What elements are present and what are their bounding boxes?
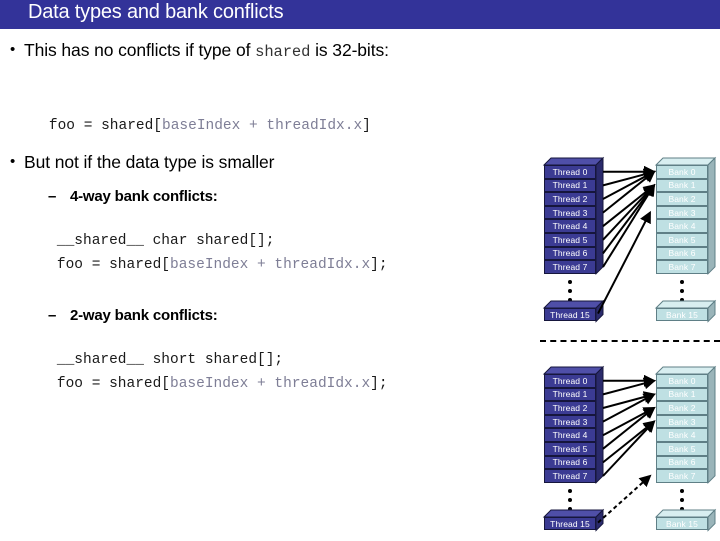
bullet-marker-icon: • <box>10 41 16 58</box>
bullet-level1-2-text: But not if the data type is smaller <box>24 152 275 172</box>
arrow-thread5-to-bank1 <box>602 183 656 241</box>
bullet-level2-1-text: 4-way bank conflicts: <box>70 188 218 205</box>
arrow-thread7-to-bank3 <box>602 420 656 477</box>
arrow-layer <box>597 165 656 315</box>
code-block-1: foo = shared[baseIndex + threadIdx.x] <box>40 98 371 134</box>
code-1-segment-b: ] <box>362 118 371 134</box>
code-2b-segment-a: foo = shared[ <box>56 257 171 273</box>
inline-code-shared: shared <box>255 43 311 61</box>
code-3b-segment-dim: baseIndex + threadIdx.x <box>170 376 371 392</box>
bullet-text-before: This has no conflicts if type of <box>24 40 256 60</box>
bullet-level1-1-text: This has no conflicts if type of shared … <box>24 40 389 62</box>
diagram-separator <box>540 340 720 342</box>
arrow-thread1-to-bank0 <box>602 377 656 396</box>
bullet-level2-2-text: 2-way bank conflicts: <box>70 307 218 324</box>
arrow-layer <box>597 374 656 524</box>
dash-marker-icon: – <box>48 188 57 205</box>
bullet-level1-2: • But not if the data type is smaller <box>10 152 274 172</box>
bullet-marker-icon: • <box>10 153 16 170</box>
bullet-level2-2: – 2-way bank conflicts: <box>48 306 218 326</box>
bullet-level1-1: • This has no conflicts if type of share… <box>10 40 389 62</box>
arrow-thread15-to-bank7 <box>597 474 652 524</box>
code-3b-segment-b: ]; <box>370 376 388 392</box>
code-3b-segment-a: foo = shared[ <box>56 376 171 392</box>
diagram-4way-bank-conflicts: Thread 0 Thread 1 Thread 2 Thread 3 Thread 4… <box>538 156 720 325</box>
page-title: Data types and bank conflicts <box>28 1 284 23</box>
code-2b-segment-b: ]; <box>370 257 388 273</box>
arrow-thread2-to-bank1 <box>602 391 656 409</box>
dash-marker-icon: – <box>48 307 57 324</box>
code-2b-segment-dim: baseIndex + threadIdx.x <box>170 257 371 273</box>
bullet-text-after: is 32-bits: <box>310 40 389 60</box>
code-1-segment-dim: baseIndex + threadIdx.x <box>162 118 363 134</box>
code-block-3b: foo = shared[baseIndex + threadIdx.x]; <box>48 356 388 392</box>
arrow-thread3-to-bank1 <box>602 393 656 423</box>
code-block-2b: foo = shared[baseIndex + threadIdx.x]; <box>48 237 388 273</box>
code-1-segment-a: foo = shared[ <box>48 118 163 134</box>
bullet-level2-1: – 4-way bank conflicts: <box>48 187 218 207</box>
diagram-2way-bank-conflicts: Thread 0 Thread 1 Thread 2 Thread 3 Thread 4… <box>538 365 720 536</box>
